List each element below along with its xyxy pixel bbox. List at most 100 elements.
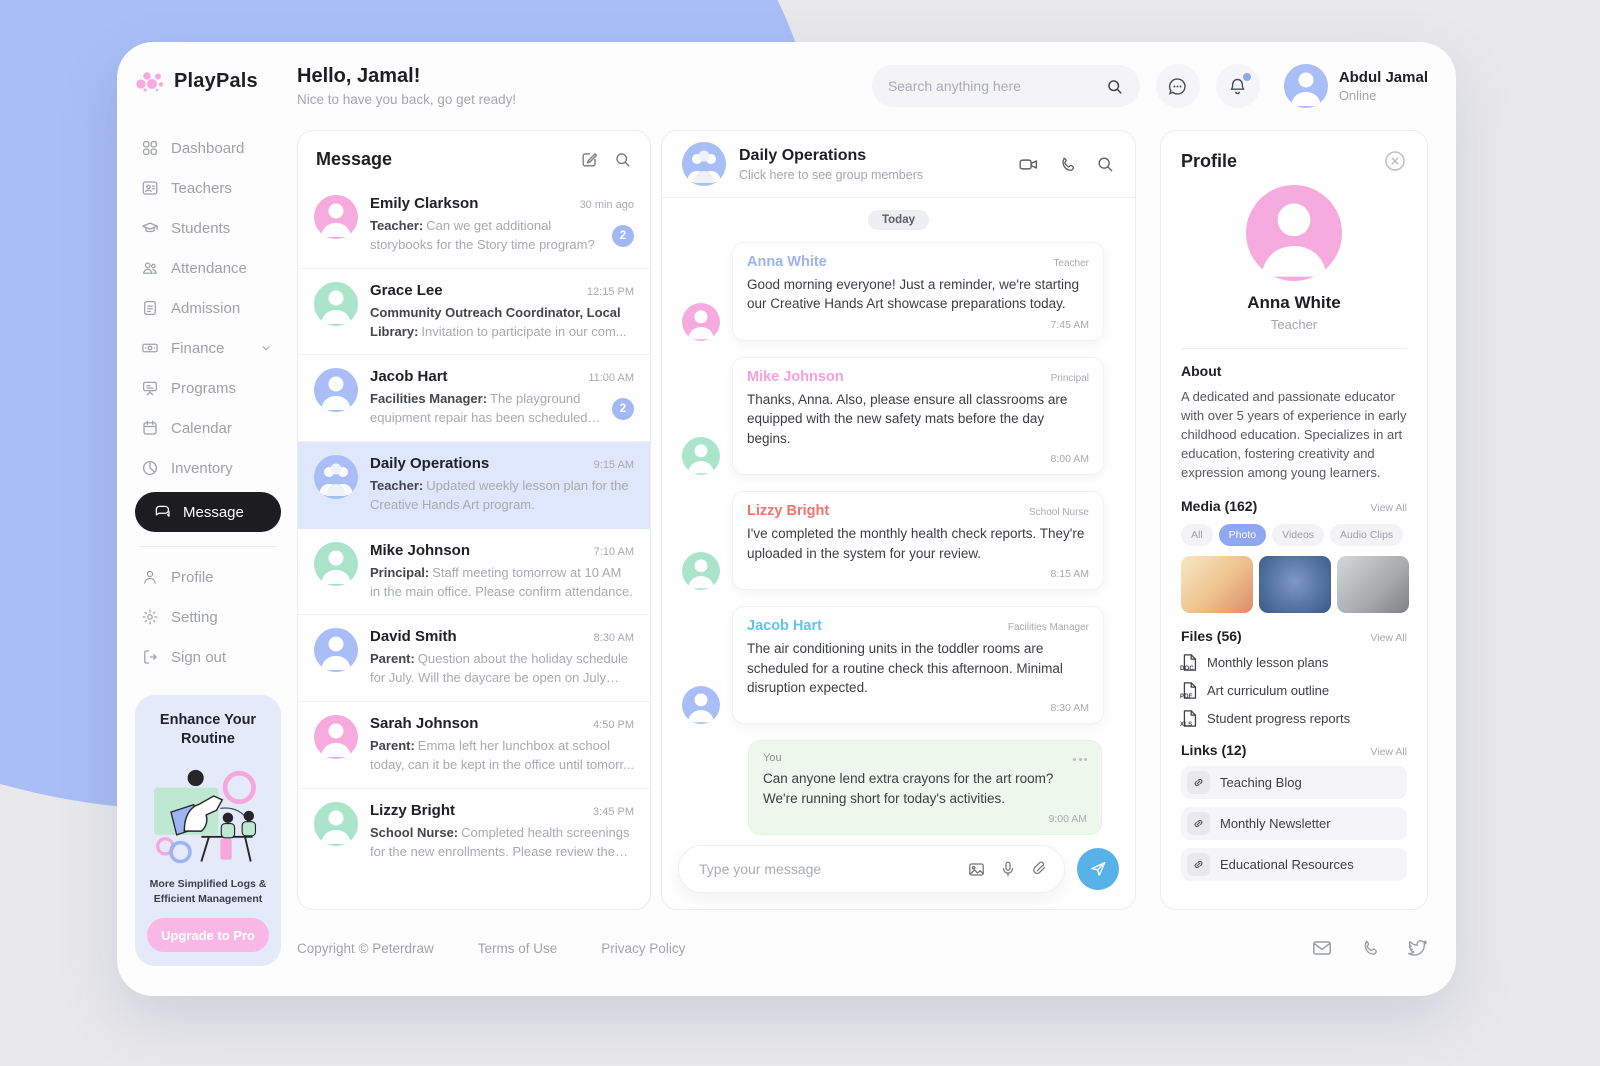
search-input[interactable] xyxy=(888,78,1097,94)
links-view-all-link[interactable]: View All xyxy=(1370,746,1407,758)
link-item[interactable]: Educational Resources xyxy=(1181,848,1407,881)
close-icon[interactable] xyxy=(1383,149,1407,173)
twitter-icon[interactable] xyxy=(1406,937,1428,959)
sidebar-item-programs[interactable]: Programs xyxy=(135,368,281,408)
avatar xyxy=(314,282,358,326)
microphone-icon[interactable] xyxy=(999,860,1017,878)
conversation-name: Sarah Johnson xyxy=(370,715,478,732)
filter-photo-selected[interactable]: Photo xyxy=(1219,524,1266,546)
about-text: A dedicated and passionate educator with… xyxy=(1181,387,1407,483)
filter-all[interactable]: All xyxy=(1181,524,1213,546)
user-menu[interactable]: Abdul Jamal Online xyxy=(1284,64,1428,108)
message-input-container xyxy=(678,845,1065,893)
unread-badge: 2 xyxy=(612,398,634,420)
search-in-chat-icon[interactable] xyxy=(1095,154,1115,175)
conversation-time: 30 min ago xyxy=(580,199,634,211)
sidebar-item-admission[interactable]: Admission xyxy=(135,288,281,328)
conversation-item[interactable]: Lizzy Bright3:45 PM School Nurse:Complet… xyxy=(298,789,650,875)
sidebar-item-profile[interactable]: Profile xyxy=(135,557,281,597)
notifications-button[interactable] xyxy=(1216,64,1260,108)
sidebar-item-dashboard[interactable]: Dashboard xyxy=(135,128,281,168)
link-item[interactable]: Monthly Newsletter xyxy=(1181,807,1407,840)
paperclip-icon[interactable] xyxy=(1030,860,1048,878)
message-list-panel: Message Emily Clarkson30 min ago Teacher… xyxy=(297,130,651,910)
send-button[interactable] xyxy=(1077,848,1119,890)
sidebar-item-teachers[interactable]: Teachers xyxy=(135,168,281,208)
group-avatar xyxy=(314,455,358,499)
banknote-icon xyxy=(141,339,159,357)
avatar xyxy=(314,628,358,672)
send-icon xyxy=(1088,859,1108,879)
conversation-item[interactable]: Sarah Johnson4:50 PM Parent:Emma left he… xyxy=(298,702,650,789)
sidebar-item-finance[interactable]: Finance xyxy=(135,328,281,368)
image-attach-icon[interactable] xyxy=(967,860,986,879)
filter-videos[interactable]: Videos xyxy=(1272,524,1324,546)
app-window: PlayPals Dashboard Teachers Students Att… xyxy=(117,42,1456,996)
messages-button[interactable] xyxy=(1156,64,1200,108)
link-chain-icon xyxy=(1187,812,1210,835)
avatar xyxy=(682,552,720,590)
search-icon[interactable] xyxy=(1105,77,1124,96)
sidebar-item-attendance[interactable]: Attendance xyxy=(135,248,281,288)
message-menu-icon[interactable] xyxy=(1073,758,1087,761)
upgrade-promo-card: Enhance Your Routine More Simplified Log… xyxy=(135,695,281,966)
file-item[interactable]: PDF Art curriculum outline xyxy=(1181,681,1407,700)
sidebar-item-calendar[interactable]: Calendar xyxy=(135,408,281,448)
terms-link[interactable]: Terms of Use xyxy=(478,941,558,956)
voice-call-icon[interactable] xyxy=(1057,154,1077,175)
link-item[interactable]: Teaching Blog xyxy=(1181,766,1407,799)
media-thumbnail[interactable] xyxy=(1259,556,1331,613)
sender-name: Jacob Hart xyxy=(747,618,822,634)
media-view-all-link[interactable]: View All xyxy=(1370,502,1407,514)
compose-icon[interactable] xyxy=(580,150,599,169)
sidebar-item-signout[interactable]: Sign out xyxy=(135,637,281,677)
media-filters: All Photo Videos Audio Clips xyxy=(1181,524,1407,546)
conversation-item[interactable]: Grace Lee12:15 PM Community Outreach Coo… xyxy=(298,269,650,356)
graduation-cap-icon xyxy=(141,219,159,237)
conversation-item[interactable]: Mike Johnson7:10 AM Principal:Staff meet… xyxy=(298,529,650,616)
conversation-time: 9:15 AM xyxy=(594,459,634,471)
chat-circle-icon xyxy=(1167,76,1188,97)
message-input[interactable] xyxy=(699,861,954,877)
page-subtitle: Nice to have you back, go get ready! xyxy=(297,92,516,107)
presentation-icon xyxy=(141,379,159,397)
sidebar-item-students[interactable]: Students xyxy=(135,208,281,248)
conversation-item[interactable]: Jacob Hart11:00 AM Facilities Manager:Th… xyxy=(298,355,650,442)
conversation-name: Grace Lee xyxy=(370,282,443,299)
phone-icon[interactable] xyxy=(1359,937,1380,959)
conversation-preview: Facilities Manager:The playground equipm… xyxy=(370,390,604,428)
profile-role: Teacher xyxy=(1181,317,1407,332)
brand: PlayPals xyxy=(135,68,281,94)
file-item[interactable]: XLS Student progress reports xyxy=(1181,709,1407,728)
promo-caption: More Simplified Logs & Efficient Managem… xyxy=(145,877,271,909)
chat-bubbles-icon xyxy=(153,503,171,521)
search-conversations-icon[interactable] xyxy=(613,150,632,169)
media-thumbnail[interactable] xyxy=(1181,556,1253,613)
sidebar-item-label: Setting xyxy=(171,609,218,626)
page-background: PlayPals Dashboard Teachers Students Att… xyxy=(0,0,1600,1066)
sidebar-item-setting[interactable]: Setting xyxy=(135,597,281,637)
media-thumbnail[interactable] xyxy=(1337,556,1409,613)
group-avatar[interactable] xyxy=(682,142,726,186)
privacy-link[interactable]: Privacy Policy xyxy=(601,941,685,956)
conversation-item[interactable]: David Smith8:30 AM Parent:Question about… xyxy=(298,615,650,702)
mail-icon[interactable] xyxy=(1311,937,1333,959)
group-members-link[interactable]: Click here to see group members xyxy=(739,168,923,182)
conversation-item-selected[interactable]: Daily Operations9:15 AM Teacher:Updated … xyxy=(298,442,650,529)
conversation-preview: School Nurse:Completed health screenings… xyxy=(370,824,634,862)
person-icon xyxy=(141,568,159,586)
sidebar-item-inventory[interactable]: Inventory xyxy=(135,448,281,488)
promo-title: Enhance Your Routine xyxy=(145,711,271,749)
sender-name: Anna White xyxy=(747,254,827,270)
divider xyxy=(1181,348,1407,349)
filter-audio-clips[interactable]: Audio Clips xyxy=(1330,524,1403,546)
file-item[interactable]: DOC Monthly lesson plans xyxy=(1181,653,1407,672)
video-call-icon[interactable] xyxy=(1018,154,1039,175)
conversation-item[interactable]: Emily Clarkson30 min ago Teacher:Can we … xyxy=(298,182,650,269)
files-view-all-link[interactable]: View All xyxy=(1370,632,1407,644)
profile-name: Anna White xyxy=(1181,293,1407,313)
upgrade-to-pro-button[interactable]: Upgrade to Pro xyxy=(147,918,269,952)
doc-file-icon: DOC xyxy=(1181,653,1198,672)
link-chain-icon xyxy=(1187,771,1210,794)
sidebar-item-message[interactable]: Message xyxy=(135,492,281,532)
